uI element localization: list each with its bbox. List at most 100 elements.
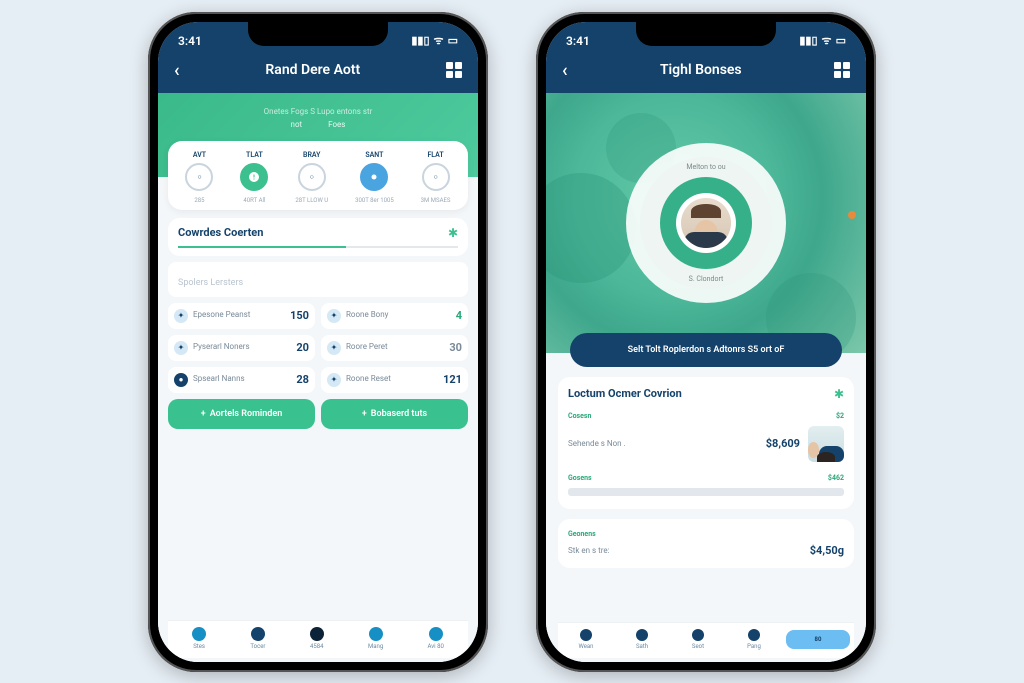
progress-underline (178, 246, 458, 248)
signal-icon: ▮▮▯ (799, 34, 817, 47)
cta-row: + Aortels Rominden + Bobaserd tuts (168, 399, 468, 429)
stat-value: 150 (290, 309, 309, 322)
row-price: $4,50g (810, 544, 844, 557)
stat-icon: ✦ (327, 373, 341, 387)
section-card: Geonens Stk en s tre: $4,50g (558, 519, 854, 568)
row-price: $8,609 (766, 437, 800, 450)
row-label: Stk en s tre: (568, 546, 610, 555)
stat-icon: ✦ (174, 309, 188, 323)
tab-item[interactable]: Seot (670, 629, 726, 650)
indicator-dot-icon (848, 211, 856, 219)
hero-tab[interactable]: not (291, 120, 303, 129)
stat-icon: ✦ (327, 309, 341, 323)
cta-button-right[interactable]: + Bobaserd tuts (321, 399, 468, 429)
stat-value: 20 (296, 341, 309, 354)
list-row[interactable]: Sehende s Non . $8,609 (568, 423, 844, 465)
row-label: Sehende s Non . (568, 439, 626, 448)
category-sub: 300T 8er 1005 (355, 197, 394, 204)
tab-item[interactable]: Stes (192, 627, 206, 650)
list-row-skeleton (568, 485, 844, 499)
category-item[interactable]: FLAT ○ 3M MSAES (421, 151, 451, 204)
stat-icon: ● (174, 373, 188, 387)
notch (248, 22, 388, 46)
list-row[interactable]: Geonens (568, 527, 844, 541)
tab-item[interactable]: Mang (368, 627, 383, 650)
category-item[interactable]: BRAY ○ 28T LLOW U (295, 151, 328, 204)
row-badge: $462 (828, 474, 844, 482)
page-title: Tighl Bonses (568, 62, 834, 78)
banner-button[interactable]: Selt Tolt Roplerdon s Adtonrs S5 ort oF (570, 333, 842, 367)
stat-icon: ✦ (174, 341, 188, 355)
stat-item[interactable]: ✦ Epesone Peanst 150 (168, 303, 315, 329)
stat-item[interactable]: ✦ Roone Reset 121 (321, 367, 468, 393)
tab-item[interactable]: Tocer (250, 627, 265, 650)
tab-item[interactable]: 4584 (310, 627, 324, 650)
nav-header: ‹ Rand Dere Aott (158, 54, 478, 93)
stat-item[interactable]: ✦ Roore Peret 30 (321, 335, 468, 361)
row-tag: Geonens (568, 530, 596, 538)
notch (636, 22, 776, 46)
list-row[interactable]: Gosens $462 (568, 471, 844, 485)
tab-item[interactable]: Sath (614, 629, 670, 650)
plus-icon: + (362, 409, 367, 419)
category-label: BRAY (303, 151, 320, 159)
category-sub: 28T LLOW U (295, 197, 328, 204)
stat-label: Spsearl Nanns (193, 375, 291, 384)
category-item[interactable]: TLAT 40RT All (240, 151, 268, 204)
category-item[interactable]: SANT 300T 8er 1005 (355, 151, 394, 204)
row-badge: $2 (836, 412, 844, 420)
stats-grid: ✦ Epesone Peanst 150 ✦ Roone Bony 4 ✦ Py… (168, 303, 468, 393)
radio-icon[interactable] (360, 163, 388, 191)
tab-item[interactable]: Wean (558, 629, 614, 650)
search-input[interactable]: Spolers Lersters (168, 262, 468, 297)
tab-icon (310, 627, 324, 641)
section-card: Cowrdes Coerten ✱ (168, 218, 468, 256)
sparkle-icon[interactable]: ✱ (834, 387, 844, 401)
tab-bar: Wean Sath Seot Pang 80 (558, 622, 854, 658)
radio-icon[interactable] (240, 163, 268, 191)
row-tag: Gosens (568, 474, 592, 482)
menu-grid-icon[interactable] (834, 62, 850, 78)
hero-profile: Melton to ou S. Clondort (546, 93, 866, 353)
battery-icon: ▭ (448, 34, 458, 47)
menu-grid-icon[interactable] (446, 62, 462, 78)
nav-header: ‹ Tighl Bonses (546, 54, 866, 93)
stat-value: 30 (449, 341, 462, 354)
screen-right: 3:41 ▮▮▯ ᯤ ▭ ‹ Tighl Bonses Melton to ou (546, 22, 866, 662)
tab-item[interactable]: Pang (726, 629, 782, 650)
tab-icon (692, 629, 704, 641)
category-label: AVT (193, 151, 206, 159)
tab-item-active[interactable]: 80 (786, 630, 850, 649)
tab-icon (429, 627, 443, 641)
stat-item[interactable]: ● Spsearl Nanns 28 (168, 367, 315, 393)
tab-icon (748, 629, 760, 641)
category-card: AVT ○ 285 TLAT 40RT All BRAY ○ 28T LLOW … (168, 141, 468, 210)
sparkle-icon[interactable]: ✱ (448, 226, 458, 240)
radio-icon[interactable]: ○ (298, 163, 326, 191)
wifi-icon: ᯤ (822, 33, 832, 48)
stat-value: 4 (456, 309, 462, 322)
cta-label: Bobaserd tuts (371, 409, 427, 419)
list-row[interactable]: Stk en s tre: $4,50g (568, 541, 844, 560)
search-placeholder: Spolers Lersters (178, 278, 243, 288)
phone-left: 3:41 ▮▮▯ ᯤ ▭ ‹ Rand Dere Aott Onetes Fog… (148, 12, 488, 672)
wifi-icon: ᯤ (434, 33, 444, 48)
cta-button-left[interactable]: + Aortels Rominden (168, 399, 315, 429)
stat-value: 121 (443, 373, 462, 386)
stat-label: Epesone Peanst (193, 311, 285, 320)
list-row[interactable]: Cosesn $2 (568, 409, 844, 423)
stat-item[interactable]: ✦ Roone Bony 4 (321, 303, 468, 329)
category-item[interactable]: AVT ○ 285 (185, 151, 213, 204)
hero-tab[interactable]: Foes (328, 120, 345, 129)
radio-icon[interactable]: ○ (422, 163, 450, 191)
profile-ring[interactable]: Melton to ou S. Clondort (626, 143, 786, 303)
radio-icon[interactable]: ○ (185, 163, 213, 191)
category-sub: 40RT All (243, 197, 265, 204)
category-label: SANT (365, 151, 383, 159)
page-title: Rand Dere Aott (180, 62, 446, 78)
content-area: AVT ○ 285 TLAT 40RT All BRAY ○ 28T LLOW … (158, 177, 478, 662)
tab-item[interactable]: Avi 80 (427, 627, 443, 650)
stat-item[interactable]: ✦ Pyserarl Noners 20 (168, 335, 315, 361)
tab-icon (636, 629, 648, 641)
category-label: TLAT (246, 151, 263, 159)
